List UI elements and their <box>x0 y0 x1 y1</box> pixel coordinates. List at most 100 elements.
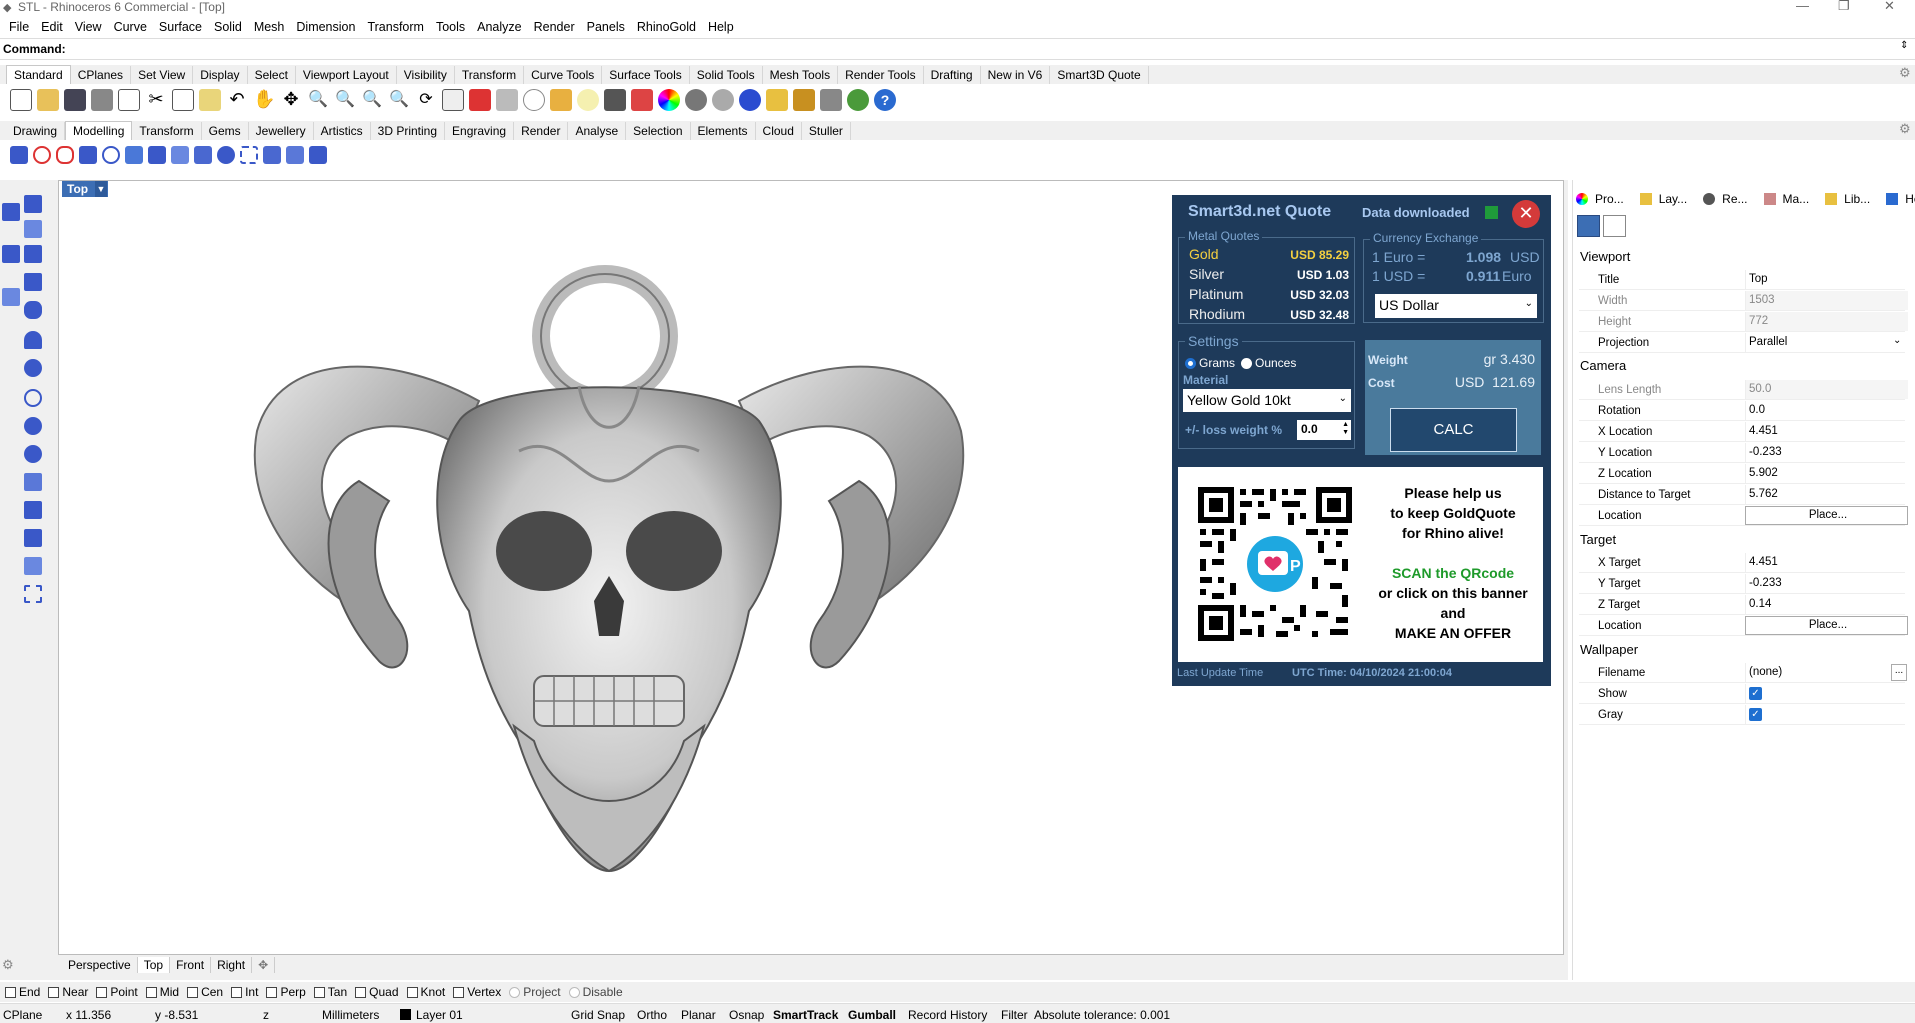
prop-xloc-value[interactable]: 4.451 <box>1745 422 1908 441</box>
osnap-point[interactable]: Point <box>96 985 138 999</box>
status-cplane[interactable]: CPlane <box>3 1008 42 1022</box>
osnap-end[interactable]: End <box>5 985 40 999</box>
split-icon[interactable] <box>309 146 327 164</box>
toolbar2-settings-gear-icon[interactable]: ⚙ <box>1899 121 1911 137</box>
status-osnap[interactable]: Osnap <box>729 1008 764 1022</box>
fillet-icon[interactable] <box>24 529 42 547</box>
osnap-knot[interactable]: Knot <box>406 985 445 999</box>
paste-icon[interactable] <box>199 88 221 111</box>
menu-surface[interactable]: Surface <box>153 20 208 34</box>
tab-visibility[interactable]: Visibility <box>397 66 455 84</box>
prop-ztarget-value[interactable]: 0.14 <box>1745 595 1908 614</box>
network-surface-icon[interactable] <box>2 288 20 306</box>
select-tool-icon[interactable] <box>2 203 20 221</box>
zoom-selected-icon[interactable]: 🔍 <box>388 89 410 111</box>
tab-help[interactable]: Help <box>1882 192 1915 206</box>
minimize-icon[interactable]: — <box>1796 0 1809 13</box>
revolve-icon[interactable] <box>102 146 120 164</box>
options-gear-icon[interactable] <box>793 88 815 111</box>
menu-curve[interactable]: Curve <box>108 20 153 34</box>
tab-display[interactable]: Display <box>193 66 248 84</box>
dimension-icon[interactable] <box>766 88 788 111</box>
osnap-gear-icon[interactable]: ⚙ <box>2 957 14 973</box>
undo-icon[interactable]: ↶ <box>226 89 248 111</box>
qr-code-icon[interactable]: P <box>1196 485 1354 643</box>
tab-render[interactable]: Render <box>514 122 569 140</box>
toolbar-settings-gear-icon[interactable]: ⚙ <box>1899 65 1911 81</box>
browse-button[interactable]: ... <box>1891 664 1907 681</box>
boolean-icon[interactable] <box>217 146 235 164</box>
osnap-cen[interactable]: Cen <box>187 985 223 999</box>
tab-modelling[interactable]: Modelling <box>65 121 133 140</box>
prop-projection-value[interactable]: Parallel <box>1745 333 1908 352</box>
tab-standard[interactable]: Standard <box>6 65 71 84</box>
curve-edit-icon[interactable] <box>56 146 74 164</box>
menu-solid[interactable]: Solid <box>208 20 248 34</box>
lock-icon[interactable] <box>604 88 626 111</box>
grams-radio[interactable] <box>1185 358 1196 369</box>
cube-icon[interactable] <box>263 146 281 164</box>
copy-icon[interactable] <box>172 88 194 111</box>
tab-viewport-layout[interactable]: Viewport Layout <box>296 66 397 84</box>
color-wheel-icon[interactable] <box>658 88 680 111</box>
tab-artistics[interactable]: Artistics <box>314 122 371 140</box>
status-layer[interactable]: Layer 01 <box>416 1008 463 1022</box>
extrude-icon[interactable] <box>171 146 189 164</box>
prop-distance-value[interactable]: 5.762 <box>1745 485 1908 504</box>
menu-render[interactable]: Render <box>528 20 581 34</box>
prop-xtarget-value[interactable]: 4.451 <box>1745 553 1908 572</box>
surface-from-points-icon[interactable] <box>24 220 42 238</box>
solid-edit-icon[interactable] <box>24 585 42 603</box>
tab-cplanes[interactable]: CPlanes <box>71 66 132 84</box>
camera-place-button[interactable]: Place... <box>1745 506 1908 525</box>
tab-transform[interactable]: Transform <box>455 66 525 84</box>
tab-front[interactable]: Front <box>170 957 212 973</box>
tab-mesh-tools[interactable]: Mesh Tools <box>763 66 839 84</box>
close-quote-button[interactable]: ✕ <box>1512 200 1540 228</box>
status-ortho[interactable]: Ortho <box>637 1008 667 1022</box>
help-icon[interactable]: ? <box>874 88 896 111</box>
status-gumball[interactable]: Gumball <box>848 1008 896 1022</box>
menu-file[interactable]: File <box>3 20 35 34</box>
restore-icon[interactable]: ❐ <box>1838 0 1850 13</box>
ellipsoid-icon[interactable] <box>24 359 42 377</box>
zoom-extents-icon[interactable]: 🔍 <box>361 89 383 111</box>
menu-edit[interactable]: Edit <box>35 20 69 34</box>
tab-transform-2[interactable]: Transform <box>132 122 202 140</box>
status-filter[interactable]: Filter <box>1001 1008 1028 1022</box>
pan-hand-icon[interactable]: ✋ <box>253 89 275 111</box>
zoom-window-icon[interactable]: 🔍 <box>334 89 356 111</box>
cut-icon[interactable]: ✂ <box>145 89 167 111</box>
tab-analyse[interactable]: Analyse <box>568 122 627 140</box>
tab-stuller[interactable]: Stuller <box>802 122 851 140</box>
pipe-icon[interactable] <box>24 445 42 463</box>
move-icon[interactable]: ✥ <box>280 89 302 111</box>
tab-libraries[interactable]: Lib... <box>1821 192 1880 206</box>
menu-transform[interactable]: Transform <box>361 20 430 34</box>
prop-rotation-value[interactable]: 0.0 <box>1745 401 1908 420</box>
menu-view[interactable]: View <box>69 20 108 34</box>
menu-mesh[interactable]: Mesh <box>248 20 291 34</box>
menu-panels[interactable]: Panels <box>581 20 631 34</box>
shell-icon[interactable] <box>286 146 304 164</box>
osnap-vertex[interactable]: Vertex <box>453 985 501 999</box>
tab-drafting[interactable]: Drafting <box>924 66 981 84</box>
status-record-history[interactable]: Record History <box>908 1008 987 1022</box>
bounding-box-icon[interactable] <box>240 146 258 164</box>
torus-icon[interactable] <box>24 417 42 435</box>
camera-icon[interactable] <box>1577 215 1600 237</box>
gray-checkbox[interactable]: ✓ <box>1749 708 1762 721</box>
prop-zloc-value[interactable]: 5.902 <box>1745 464 1908 483</box>
osnap-near[interactable]: Near <box>48 985 88 999</box>
menu-tools[interactable]: Tools <box>430 20 471 34</box>
extrude-solid-icon[interactable] <box>24 473 42 491</box>
menu-rhinogold[interactable]: RhinoGold <box>631 20 702 34</box>
cplane-icon[interactable] <box>523 88 545 111</box>
edge-surface-icon[interactable] <box>2 245 20 263</box>
viewport-icon[interactable] <box>1603 215 1626 237</box>
prop-ytarget-value[interactable]: -0.233 <box>1745 574 1908 593</box>
osnap-int[interactable]: Int <box>231 985 258 999</box>
tab-perspective[interactable]: Perspective <box>62 957 138 973</box>
tab-elements[interactable]: Elements <box>691 122 756 140</box>
status-units[interactable]: Millimeters <box>322 1008 379 1022</box>
